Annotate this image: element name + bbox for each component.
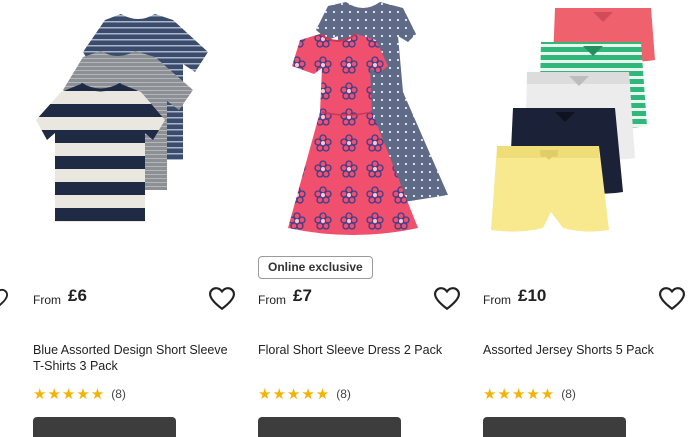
rating-count: (8) <box>561 387 576 401</box>
add-to-basket-button[interactable] <box>483 417 626 437</box>
product-title[interactable]: Assorted Jersey Shorts 5 Pack <box>483 342 681 358</box>
product-title[interactable]: Blue Assorted Design Short Sleeve T-Shir… <box>33 342 231 374</box>
product-card: From £10 Assorted Jersey Shorts 5 Pack ★… <box>483 0 685 437</box>
rating-count: (8) <box>336 387 351 401</box>
product-image[interactable] <box>258 0 458 245</box>
price: £6 <box>68 286 87 305</box>
product-title[interactable]: Floral Short Sleeve Dress 2 Pack <box>258 342 456 358</box>
price: £7 <box>293 286 312 305</box>
rating[interactable]: ★★★★★ (8) <box>258 385 351 403</box>
rating-count: (8) <box>111 387 126 401</box>
product-image[interactable] <box>483 0 683 245</box>
star-rating-icon: ★★★★★ <box>483 386 556 403</box>
star-rating-icon: ★★★★★ <box>258 386 331 403</box>
price: £10 <box>518 286 547 305</box>
add-to-basket-button[interactable] <box>258 417 401 437</box>
from-label: From <box>483 293 511 307</box>
product-image[interactable] <box>33 0 233 245</box>
heart-outline-icon[interactable] <box>209 287 235 311</box>
star-rating-icon: ★★★★★ <box>33 386 106 403</box>
heart-outline-icon[interactable] <box>659 287 685 311</box>
price-row: From £6 <box>33 286 235 314</box>
product-card: From £6 Blue Assorted Design Short Sleev… <box>33 0 235 437</box>
from-label: From <box>33 293 61 307</box>
product-card: Online exclusive From £7 Floral Short Sl… <box>258 0 460 437</box>
from-label: From <box>258 293 286 307</box>
add-to-basket-button[interactable] <box>33 417 176 437</box>
online-exclusive-badge: Online exclusive <box>258 256 373 279</box>
heart-outline-icon[interactable] <box>434 287 460 311</box>
price-row: From £10 <box>483 286 685 314</box>
rating[interactable]: ★★★★★ (8) <box>33 385 126 403</box>
price-row: From £7 <box>258 286 460 314</box>
heart-outline-icon[interactable] <box>0 287 8 311</box>
rating[interactable]: ★★★★★ (8) <box>483 385 576 403</box>
